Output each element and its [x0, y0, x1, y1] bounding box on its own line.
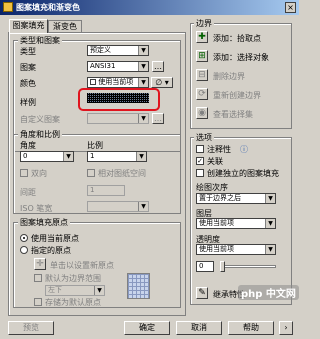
window-title: 图案填充和渐变色 [16, 3, 80, 12]
remove-boundary-icon: ⊟ [198, 70, 206, 80]
cancel-button[interactable]: 取消 [176, 321, 222, 335]
help-button[interactable]: 帮助 [228, 321, 274, 335]
angle-label: 角度 [20, 141, 36, 150]
spacing-label: 间距 [20, 188, 36, 197]
transparency-select[interactable]: 使用当前项 ▼ [196, 244, 276, 255]
close-button[interactable]: × [285, 2, 296, 13]
paintbrush-icon: ✎ [198, 288, 206, 298]
custom-pattern-label: 自定义图案 [20, 115, 60, 124]
recreate-boundary-icon: ⟳ [198, 89, 206, 99]
use-current-origin-radio[interactable] [20, 234, 28, 242]
draw-order-label: 绘图次序 [196, 183, 228, 192]
app-icon [3, 2, 13, 12]
layer-select[interactable]: 使用当前项 ▼ [196, 218, 276, 229]
specified-origin-radio[interactable] [20, 246, 28, 254]
options-legend: 选项 [194, 132, 214, 143]
iso-pen-select[interactable]: ▼ [87, 201, 149, 212]
select-objects-icon: ⊞ [198, 51, 206, 61]
draw-order-select[interactable]: 置于边界之后 ▼ [196, 193, 276, 204]
swatch-label: 样例 [20, 98, 36, 107]
origin-legend: 图案填充原点 [18, 217, 70, 228]
pattern-browse-button[interactable]: … [152, 61, 164, 72]
remove-boundaries-label: 删除边界 [213, 72, 245, 81]
pattern-label: 图案 [20, 63, 36, 72]
chevron-right-icon: › [284, 323, 288, 332]
more-options-button[interactable]: › [279, 321, 293, 335]
angle-select[interactable]: 0 ▼ [20, 151, 74, 162]
view-selections-label: 查看选择集 [213, 110, 253, 119]
origin-position-select[interactable]: 左下 ▼ [45, 285, 105, 296]
pick-points-icon: ✚ [198, 32, 206, 42]
associative-label: 关联 [207, 157, 223, 166]
angle-scale-legend: 角度和比例 [18, 129, 62, 140]
iso-pen-label: ISO 笔宽 [20, 204, 53, 213]
double-checkbox[interactable] [20, 169, 28, 177]
associative-checkbox[interactable]: ✓ [196, 157, 204, 165]
custom-pattern-select[interactable]: ▼ [87, 113, 149, 124]
scale-label: 比例 [87, 141, 103, 150]
store-default-checkbox[interactable] [34, 298, 42, 306]
store-default-label: 存储为默认原点 [45, 298, 101, 307]
add-select-label: 添加：选择对象 [213, 53, 269, 62]
double-label: 双向 [31, 169, 47, 178]
type-select[interactable]: 预定义 ▼ [87, 45, 149, 56]
add-select-button[interactable]: ⊞ [196, 50, 208, 62]
tab-hatch[interactable]: 图案填充 [9, 19, 48, 33]
view-selections-button[interactable]: ◉ [196, 107, 208, 119]
set-origin-button[interactable]: ✛ [34, 258, 46, 270]
highlight-box [78, 88, 160, 111]
scale-select[interactable]: 1 ▼ [87, 151, 147, 162]
use-current-origin-label: 使用当前原点 [31, 234, 79, 243]
boundaries-legend: 边界 [194, 18, 214, 29]
background-color-select[interactable]: ∅ ▾ [151, 77, 173, 88]
view-selections-icon: ◉ [198, 108, 206, 118]
specified-origin-label: 指定的原点 [31, 246, 71, 255]
pattern-select[interactable]: ANSI31 ▼ [87, 61, 149, 72]
relative-paper-label: 相对图纸空间 [98, 169, 146, 178]
annotative-label: 注释性 [207, 145, 231, 154]
inherit-properties-button[interactable]: ✎ [196, 287, 208, 299]
relative-paper-checkbox[interactable] [87, 169, 95, 177]
transparency-value-input[interactable]: 0 [196, 261, 214, 272]
default-extents-label: 默认为边界范围 [45, 274, 101, 283]
type-pattern-legend: 类型和图案 [18, 35, 62, 46]
color-swatch-icon [90, 79, 96, 85]
color-select[interactable]: 使用当前项 ▼ [87, 77, 149, 88]
custom-pattern-browse-button[interactable]: … [152, 113, 164, 124]
recreate-boundary-label: 重新创建边界 [213, 91, 261, 100]
add-pick-button[interactable]: ✚ [196, 31, 208, 43]
recreate-boundary-button[interactable]: ⟳ [196, 88, 208, 100]
info-icon: ⓘ [240, 145, 248, 154]
annotative-checkbox[interactable] [196, 145, 204, 153]
preview-button[interactable]: 预览 [8, 321, 54, 335]
spacing-input[interactable]: 1 [87, 185, 125, 196]
separate-hatches-label: 创建独立的图案填充 [207, 169, 279, 178]
origin-preview-image [127, 273, 150, 299]
color-label: 颜色 [20, 79, 36, 88]
type-label: 类型 [20, 47, 36, 56]
click-set-origin-label: 单击以设置新原点 [50, 261, 114, 270]
separate-hatches-checkbox[interactable] [196, 169, 204, 177]
remove-boundaries-button[interactable]: ⊟ [196, 69, 208, 81]
add-pick-label: 添加：拾取点 [213, 34, 261, 43]
transparency-slider[interactable] [220, 265, 276, 268]
default-extents-checkbox[interactable] [34, 274, 42, 282]
transparency-slider-thumb[interactable] [220, 261, 225, 272]
watermark-logo: php 中文网 [238, 285, 299, 300]
ok-button[interactable]: 确定 [124, 321, 170, 335]
crosshair-icon: ✛ [36, 259, 44, 269]
